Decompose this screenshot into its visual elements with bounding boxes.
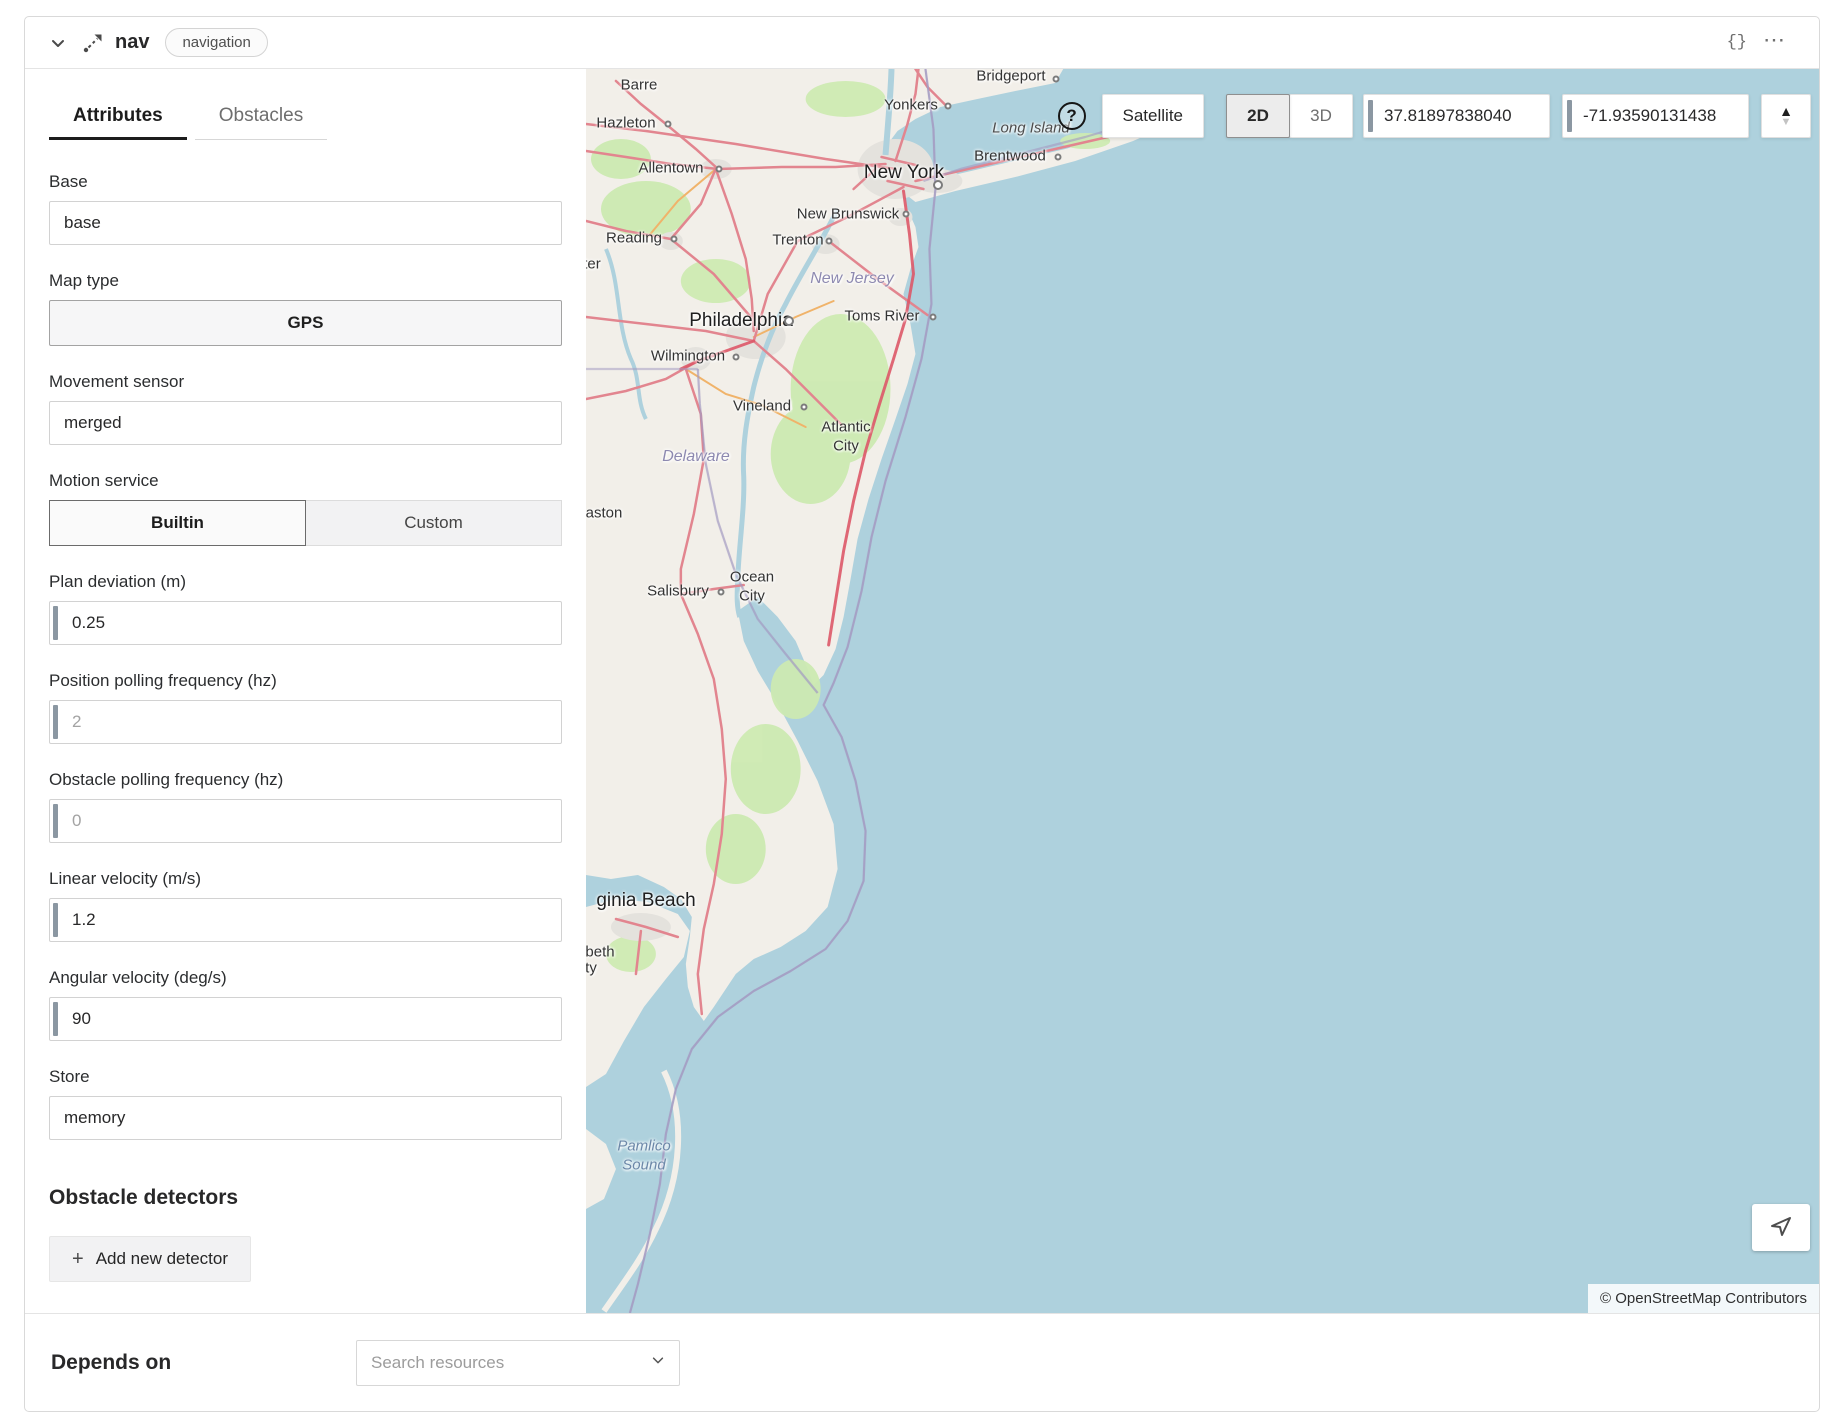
obstacle-polling-input-wrap [49,799,562,843]
help-icon[interactable]: ? [1058,102,1086,130]
map-view[interactable]: BarreHazletonAllentownYonkersBridgeportB… [586,69,1819,1313]
json-mode-button[interactable]: {} [1719,29,1755,56]
navigation-service-icon [81,31,105,55]
store-input[interactable] [49,1096,562,1140]
latitude-field [1363,94,1550,138]
motion-service-builtin-button[interactable]: Builtin [49,500,306,546]
base-label: Base [49,172,562,192]
tab-attributes[interactable]: Attributes [49,105,187,140]
add-detector-label: Add new detector [96,1249,228,1269]
longitude-field [1562,94,1749,138]
longitude-input[interactable] [1563,95,1748,137]
card-body: Attributes Obstacles Base Map type GPS M… [25,69,1819,1313]
motion-service-label: Motion service [49,471,562,491]
add-detector-button[interactable]: + Add new detector [49,1236,251,1282]
locate-button[interactable] [1752,1204,1810,1251]
mode-2d-button[interactable]: 2D [1226,94,1290,138]
tab-obstacles[interactable]: Obstacles [195,105,327,140]
position-polling-label: Position polling frequency (hz) [49,671,562,691]
base-input[interactable] [49,201,562,245]
linear-velocity-input[interactable] [49,898,562,942]
position-polling-input-wrap [49,700,562,744]
satellite-toggle-button[interactable]: Satellite [1102,94,1204,138]
map-type-gps-button[interactable]: GPS [49,300,562,346]
field-position-polling: Position polling frequency (hz) [49,671,562,744]
depends-on-select[interactable]: Search resources [356,1340,680,1386]
nav-service-card: nav navigation {} ⋯ Attributes Obstacles… [24,16,1820,1412]
plus-icon: + [72,1249,84,1269]
resource-type-badge: navigation [165,28,267,57]
angular-velocity-input-wrap [49,997,562,1041]
ellipsis-icon: ⋯ [1763,27,1787,52]
field-plan-deviation: Plan deviation (m) [49,572,562,645]
config-panel: Attributes Obstacles Base Map type GPS M… [25,69,586,1313]
field-map-type: Map type GPS [49,271,562,346]
movement-sensor-input[interactable] [49,401,562,445]
motion-service-segmented: Builtin Custom [49,500,562,546]
map-canvas [586,69,1819,1313]
linear-velocity-input-wrap [49,898,562,942]
map-attribution: © OpenStreetMap Contributors [1588,1284,1819,1313]
movement-sensor-label: Movement sensor [49,372,562,392]
obstacle-polling-input[interactable] [49,799,562,843]
obstacle-detectors-heading: Obstacle detectors [49,1186,562,1210]
chevron-down-icon [651,1353,665,1372]
store-label: Store [49,1067,562,1087]
field-angular-velocity: Angular velocity (deg/s) [49,968,562,1041]
map-controls: ? Satellite 2D 3D ▲ ▼ [1058,94,1811,138]
plan-deviation-label: Plan deviation (m) [49,572,562,592]
collapse-chevron-icon[interactable] [49,34,67,52]
position-polling-input[interactable] [49,700,562,744]
depends-on-placeholder: Search resources [371,1353,651,1373]
depends-on-label: Depends on [51,1351,356,1375]
braces-icon: {} [1727,33,1747,52]
latitude-input[interactable] [1364,95,1549,137]
field-linear-velocity: Linear velocity (m/s) [49,869,562,942]
depends-on-section: Depends on Search resources [25,1313,1819,1411]
field-motion-service: Motion service Builtin Custom [49,471,562,546]
linear-velocity-label: Linear velocity (m/s) [49,869,562,889]
more-menu-button[interactable]: ⋯ [1755,31,1795,54]
angular-velocity-label: Angular velocity (deg/s) [49,968,562,988]
resource-title: nav [115,31,149,54]
field-obstacle-polling: Obstacle polling frequency (hz) [49,770,562,843]
zoom-stepper[interactable]: ▲ ▼ [1761,94,1811,138]
map-type-label: Map type [49,271,562,291]
plan-deviation-input[interactable] [49,601,562,645]
motion-service-custom-button[interactable]: Custom [306,500,562,546]
field-store: Store [49,1067,562,1140]
obstacle-polling-label: Obstacle polling frequency (hz) [49,770,562,790]
stepper-down-icon: ▼ [1781,118,1792,127]
field-movement-sensor: Movement sensor [49,372,562,445]
angular-velocity-input[interactable] [49,997,562,1041]
plan-deviation-input-wrap [49,601,562,645]
card-header: nav navigation {} ⋯ [25,17,1819,69]
mode-3d-button[interactable]: 3D [1289,94,1353,138]
send-arrow-icon [1769,1214,1793,1241]
tab-bar: Attributes Obstacles [49,105,562,140]
field-base: Base [49,172,562,245]
